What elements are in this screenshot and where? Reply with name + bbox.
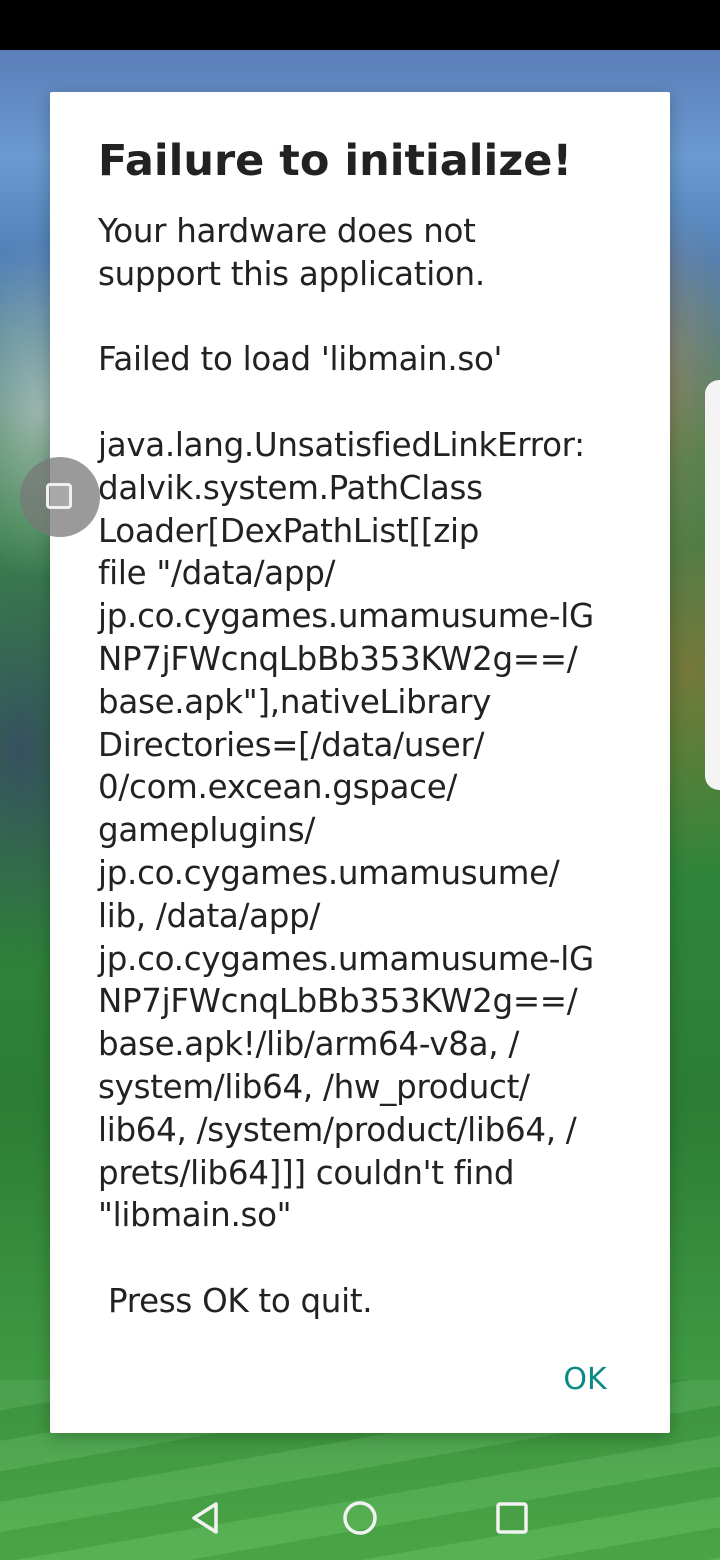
status-bar — [0, 0, 720, 50]
home-icon[interactable] — [340, 1498, 380, 1538]
error-dialog: Failure to initialize! Your hardware doe… — [50, 92, 670, 1433]
dialog-message: Your hardware does not support this appl… — [98, 212, 594, 1320]
square-icon — [46, 483, 72, 509]
floating-assist-button[interactable] — [20, 457, 100, 537]
navigation-bar — [0, 1470, 720, 1560]
side-panel-handle[interactable] — [705, 380, 720, 790]
back-icon[interactable] — [186, 1498, 226, 1538]
dialog-title: Failure to initialize! — [98, 136, 573, 186]
recents-icon[interactable] — [492, 1498, 532, 1538]
ok-button[interactable]: OK — [540, 1352, 630, 1408]
